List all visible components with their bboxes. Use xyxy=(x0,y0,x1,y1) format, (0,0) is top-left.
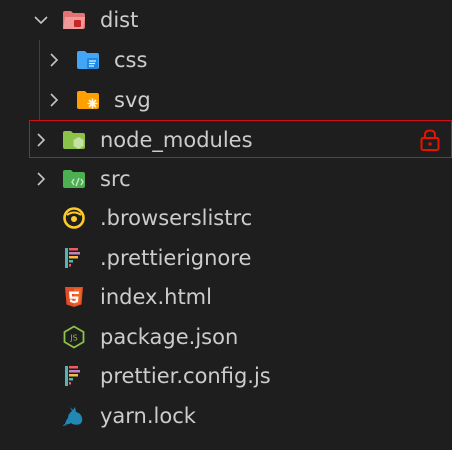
file-explorer-tree: dist css svg node_modules src .browsersl… xyxy=(0,0,452,450)
tree-item-browserslistrc[interactable]: .browserslistrc xyxy=(0,198,452,238)
tree-item-prettierignore[interactable]: .prettierignore xyxy=(0,238,452,278)
tree-item-label: yarn.lock xyxy=(100,404,196,428)
yarn-icon xyxy=(63,407,83,426)
tree-item-label: package.json xyxy=(100,325,239,349)
tree-item-label: css xyxy=(114,48,148,72)
tree-item-label: index.html xyxy=(100,285,212,309)
browserslist-icon xyxy=(63,207,85,229)
tree-item-index-html[interactable]: index.html xyxy=(0,277,452,317)
tree-item-node-modules[interactable]: node_modules xyxy=(29,120,452,158)
lock-icon xyxy=(420,129,440,151)
folder-dist-open-icon xyxy=(63,11,85,29)
prettier-icon xyxy=(65,248,80,268)
tree-item-label: .prettierignore xyxy=(100,246,252,270)
tree-item-label: dist xyxy=(100,8,139,32)
nodejs-icon: JS xyxy=(63,325,85,349)
chevron-right-icon[interactable] xyxy=(33,171,49,187)
tree-item-dist[interactable]: dist xyxy=(0,0,452,40)
folder-svg-icon xyxy=(77,91,99,109)
prettier-icon xyxy=(65,366,80,386)
html5-icon xyxy=(65,287,83,307)
tree-item-svg[interactable]: svg xyxy=(0,80,452,120)
folder-src-icon xyxy=(63,170,85,188)
chevron-right-icon[interactable] xyxy=(46,92,62,108)
tree-item-package-json[interactable]: JS package.json xyxy=(0,317,452,357)
folder-css-icon xyxy=(77,51,99,69)
tree-item-label: node_modules xyxy=(100,128,253,152)
tree-item-prettier-config[interactable]: prettier.config.js xyxy=(0,356,452,396)
chevron-right-icon[interactable] xyxy=(46,52,62,68)
tree-item-css[interactable]: css xyxy=(0,40,452,80)
svg-text:JS: JS xyxy=(69,334,77,343)
tree-item-yarn-lock[interactable]: yarn.lock xyxy=(0,396,452,436)
chevron-down-icon[interactable] xyxy=(33,12,49,28)
folder-node-icon xyxy=(63,131,85,149)
tree-item-src[interactable]: src xyxy=(0,159,452,199)
tree-item-label: svg xyxy=(114,88,151,112)
tree-item-label: src xyxy=(100,167,131,191)
chevron-right-icon[interactable] xyxy=(33,132,49,148)
tree-item-label: .browserslistrc xyxy=(100,206,253,230)
tree-item-label: prettier.config.js xyxy=(100,364,271,388)
